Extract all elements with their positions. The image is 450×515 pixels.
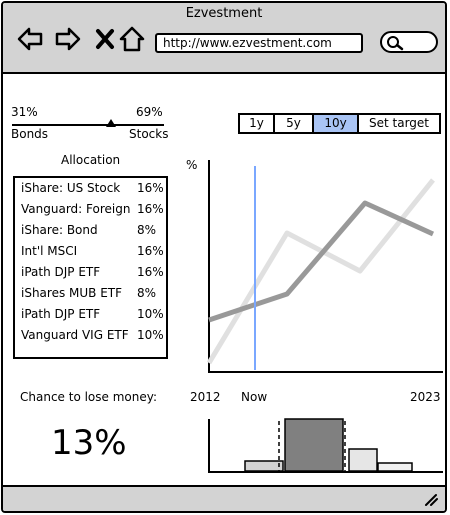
forward-icon[interactable] <box>54 25 82 53</box>
list-item[interactable]: Vanguard: Foreign 16% <box>21 202 169 222</box>
fund-name: iShare: Bond <box>21 223 98 237</box>
browser-toolbar: Ezvestment http://www.ezvestment.com <box>3 3 445 74</box>
fund-name: iShare: US Stock <box>21 181 121 195</box>
fund-name: Vanguard VIG ETF <box>21 328 129 342</box>
distribution-bar-highlight <box>284 418 344 472</box>
list-item[interactable]: iPath DJP ETF 16% <box>21 265 169 285</box>
fund-percent: 16% <box>137 181 164 195</box>
series-line-light <box>207 178 435 365</box>
home-icon[interactable] <box>118 25 146 53</box>
risk-label: Chance to lose money: <box>20 390 158 404</box>
fund-percent: 8% <box>137 223 157 237</box>
fund-percent: 16% <box>137 202 164 216</box>
distribution-bar <box>377 462 413 472</box>
fund-percent: 10% <box>137 328 164 342</box>
list-item[interactable]: Int'l MSCI 16% <box>21 244 169 264</box>
range-tabs: 1y 5y 10y Set target <box>238 113 441 134</box>
chart-y-unit: % <box>186 158 198 172</box>
list-item[interactable]: Vanguard VIG ETF 10% <box>21 328 169 348</box>
fund-percent: 8% <box>137 286 157 300</box>
tab-1y[interactable]: 1y <box>240 115 275 132</box>
fund-name: Int'l MSCI <box>21 244 78 258</box>
address-bar[interactable]: http://www.ezvestment.com <box>155 33 363 53</box>
window-title: Ezvestment <box>185 6 263 21</box>
slider-thumb[interactable] <box>106 119 116 127</box>
close-icon[interactable] <box>92 25 120 53</box>
fund-percent: 10% <box>137 307 164 321</box>
tab-5y[interactable]: 5y <box>275 115 314 132</box>
back-icon[interactable] <box>16 25 44 53</box>
list-item[interactable]: iShares MUB ETF 8% <box>21 286 169 306</box>
chart-axes <box>208 160 443 373</box>
stocks-label: Stocks <box>129 127 169 141</box>
fund-name: iPath DJP ETF <box>21 265 101 279</box>
allocation-heading: Allocation <box>61 153 121 167</box>
distribution-chart <box>208 418 443 473</box>
distribution-bar <box>348 448 378 472</box>
fund-percent: 16% <box>137 244 164 258</box>
set-target-button[interactable]: Set target <box>359 115 439 132</box>
list-item[interactable]: iPath DJP ETF 10% <box>21 307 169 327</box>
fund-percent: 16% <box>137 265 164 279</box>
search-button[interactable] <box>380 31 438 53</box>
resize-grip-icon[interactable] <box>423 492 439 506</box>
fund-name: Vanguard: Foreign <box>21 202 131 216</box>
tab-10y[interactable]: 10y <box>314 115 359 132</box>
risk-value: 13% <box>51 423 127 463</box>
browser-window: Ezvestment http://www.ezvestment.com 31%… <box>1 1 447 513</box>
x-label-now: Now <box>241 390 268 404</box>
x-label-end: 2023 <box>410 390 441 404</box>
allocation-slider[interactable] <box>12 124 164 126</box>
x-label-start: 2012 <box>190 390 221 404</box>
fund-name: iShares MUB ETF <box>21 286 123 300</box>
list-item[interactable]: iShare: US Stock 16% <box>21 181 169 201</box>
bonds-percent: 31% <box>11 105 38 119</box>
search-icon <box>387 36 404 51</box>
projection-chart <box>207 160 443 373</box>
status-bar <box>3 485 445 511</box>
stocks-percent: 69% <box>136 105 163 119</box>
bonds-label: Bonds <box>11 127 49 141</box>
distribution-bar <box>244 460 284 472</box>
allocation-list: iShare: US Stock 16% Vanguard: Foreign 16%… <box>13 176 168 359</box>
fund-name: iPath DJP ETF <box>21 307 101 321</box>
list-item[interactable]: iShare: Bond 8% <box>21 223 169 243</box>
